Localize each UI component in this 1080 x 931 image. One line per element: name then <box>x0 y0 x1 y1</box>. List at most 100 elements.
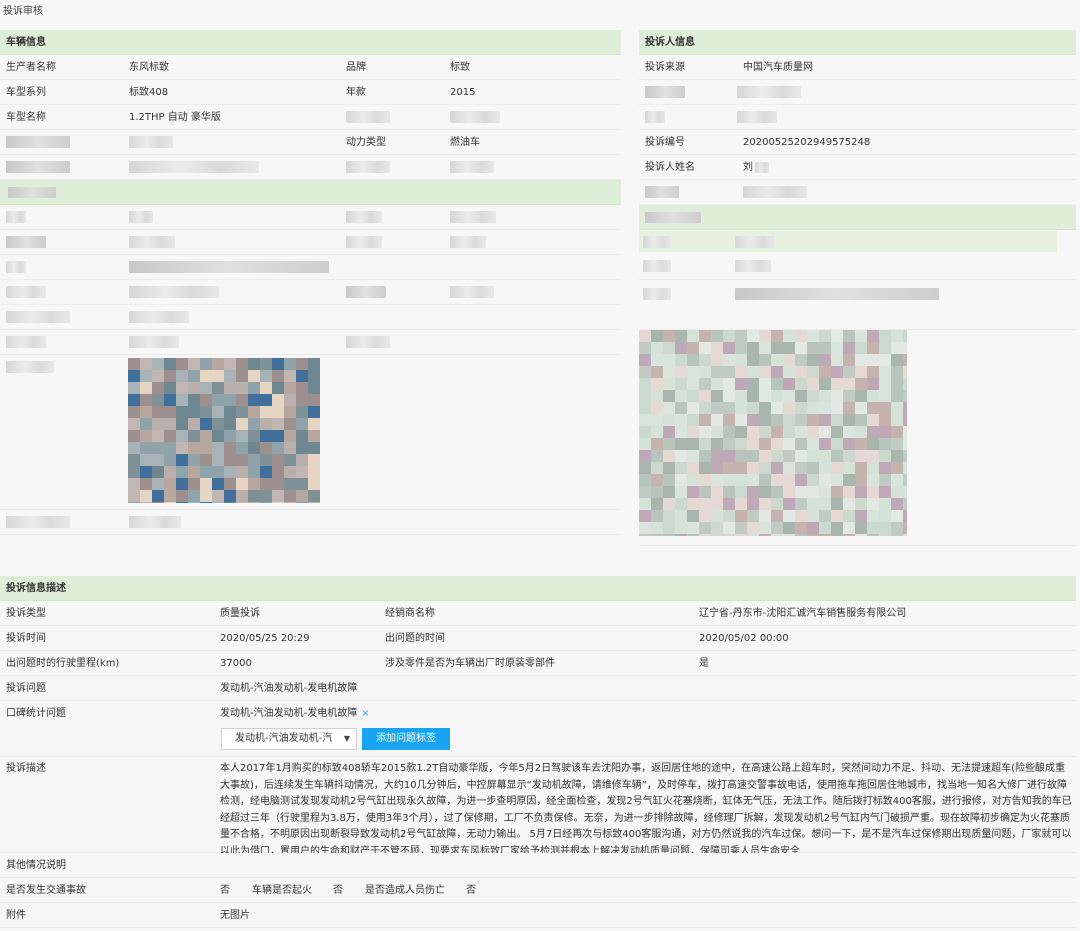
photo-pixel <box>735 498 747 510</box>
redacted-name <box>755 162 769 173</box>
photo-pixel <box>699 438 711 450</box>
photo-pixel <box>747 522 759 534</box>
photo-pixel <box>783 402 795 414</box>
photo-pixel <box>747 510 759 522</box>
vehicle-photo[interactable] <box>128 358 320 503</box>
photo-pixel <box>651 342 663 354</box>
complaint-time-value: 2020/05/25 20:29 <box>220 633 310 644</box>
photo-pixel <box>260 502 272 503</box>
photo-pixel <box>747 390 759 402</box>
photo-pixel <box>807 450 819 462</box>
photo-pixel <box>711 438 723 450</box>
photo-pixel <box>639 438 651 450</box>
photo-pixel <box>747 462 759 474</box>
photo-pixel <box>236 430 248 442</box>
complaint-number-row: 投诉编号 20200525202949575248 <box>639 130 1076 155</box>
photo-pixel <box>687 462 699 474</box>
photo-pixel <box>867 462 879 474</box>
photo-pixel <box>140 370 152 382</box>
photo-pixel <box>843 402 855 414</box>
redacted-value <box>129 261 329 273</box>
photo-pixel <box>188 406 200 418</box>
photo-pixel <box>296 454 308 466</box>
photo-pixel <box>675 474 687 486</box>
photo-pixel <box>795 474 807 486</box>
photo-pixel <box>675 426 687 438</box>
photo-pixel <box>807 486 819 498</box>
photo-pixel <box>236 370 248 382</box>
photo-pixel <box>663 522 675 534</box>
photo-pixel <box>164 382 176 394</box>
photo-pixel <box>687 534 699 536</box>
photo-pixel <box>891 510 903 522</box>
complainant-photo[interactable] <box>639 330 907 536</box>
photo-pixel <box>639 366 651 378</box>
photo-pixel <box>819 534 831 536</box>
photo-pixel <box>903 462 907 474</box>
photo-pixel <box>651 438 663 450</box>
redacted-value <box>737 111 777 123</box>
photo-pixel <box>903 330 907 342</box>
photo-pixel <box>248 418 260 430</box>
photo-pixel <box>296 394 308 406</box>
photo-pixel <box>759 522 771 534</box>
reputation-stats-label: 口碑统计问题 <box>6 708 66 719</box>
photo-pixel <box>212 382 224 394</box>
photo-pixel <box>224 466 236 478</box>
remove-tag-icon[interactable]: × <box>361 708 369 719</box>
photo-pixel <box>200 394 212 406</box>
problem-tag-select[interactable]: 发动机-汽油发动机-汽 ▼ <box>221 728 357 750</box>
photo-pixel <box>771 402 783 414</box>
photo-pixel <box>819 510 831 522</box>
photo-pixel <box>819 366 831 378</box>
photo-pixel <box>200 406 212 418</box>
photo-pixel <box>747 450 759 462</box>
photo-pixel <box>224 358 236 370</box>
photo-pixel <box>272 370 284 382</box>
photo-pixel <box>200 454 212 466</box>
photo-pixel <box>819 462 831 474</box>
photo-pixel <box>723 414 735 426</box>
complaint-desc-row: 投诉描述 本人2017年1月购买的标致408轿车2015款1.2T自动豪华版，今… <box>0 757 1076 857</box>
photo-pixel <box>651 510 663 522</box>
photo-pixel <box>296 442 308 454</box>
add-problem-tag-button[interactable]: 添加问题标签 <box>362 728 450 750</box>
photo-pixel <box>675 498 687 510</box>
photo-pixel <box>272 394 284 406</box>
photo-pixel <box>795 438 807 450</box>
accident-value: 否 <box>220 885 230 896</box>
photo-pixel <box>807 342 819 354</box>
photo-pixel <box>164 454 176 466</box>
photo-pixel <box>296 478 308 490</box>
photo-pixel <box>284 502 296 503</box>
photo-pixel <box>735 378 747 390</box>
photo-pixel <box>224 454 236 466</box>
redacted-label <box>6 136 70 148</box>
photo-pixel <box>651 474 663 486</box>
photo-pixel <box>152 406 164 418</box>
photo-pixel <box>891 342 903 354</box>
problem-tag-select-value: 发动机-汽油发动机-汽 <box>235 733 333 744</box>
photo-pixel <box>771 510 783 522</box>
photo-pixel <box>176 430 188 442</box>
photo-pixel <box>735 366 747 378</box>
photo-pixel <box>687 366 699 378</box>
photo-pixel <box>260 466 272 478</box>
photo-pixel <box>200 370 212 382</box>
photo-pixel <box>855 330 867 342</box>
photo-pixel <box>759 414 771 426</box>
photo-pixel <box>260 442 272 454</box>
photo-pixel <box>248 370 260 382</box>
photo-pixel <box>831 534 843 536</box>
redacted-value <box>743 186 807 198</box>
redacted-row <box>639 180 1076 205</box>
photo-pixel <box>843 330 855 342</box>
photo-pixel <box>128 430 140 442</box>
photo-pixel <box>711 450 723 462</box>
photo-pixel <box>843 450 855 462</box>
photo-pixel <box>176 394 188 406</box>
photo-pixel <box>675 438 687 450</box>
issue-time-value: 2020/05/02 00:00 <box>699 633 789 644</box>
injury-label: 是否造成人员伤亡 <box>365 885 445 896</box>
photo-pixel <box>236 490 248 502</box>
